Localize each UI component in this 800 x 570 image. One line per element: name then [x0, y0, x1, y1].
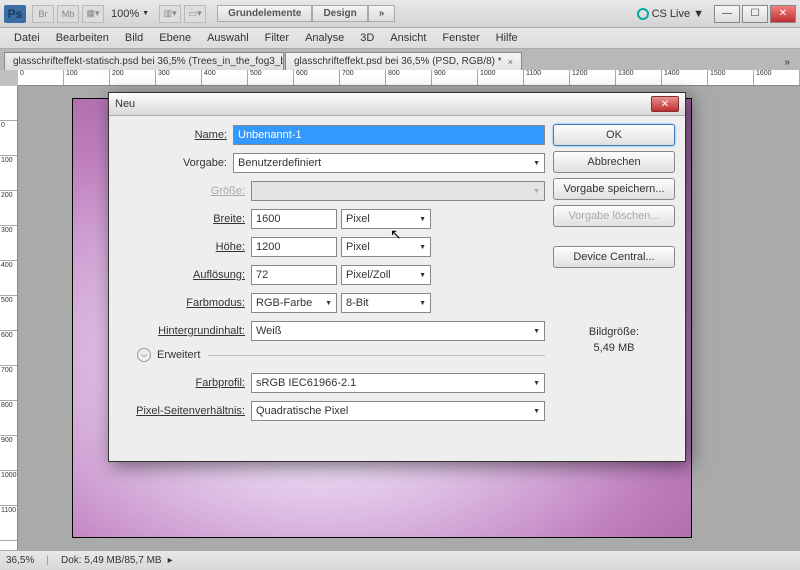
colormode-label: Farbmodus: — [119, 297, 251, 309]
cslive-icon — [637, 8, 649, 20]
colorprofile-label: Farbprofil: — [119, 377, 251, 389]
height-unit-dropdown[interactable]: Pixel▼ — [341, 237, 431, 257]
document-tab[interactable]: glasschrifteffekt-statisch.psd bei 36,5%… — [4, 52, 284, 70]
resolution-unit-dropdown[interactable]: Pixel/Zoll▼ — [341, 265, 431, 285]
titlebar: Ps Br Mb ▦▾ 100%▼ ▥▾ ▭▾ Grundelemente De… — [0, 0, 800, 28]
menu-bild[interactable]: Bild — [117, 30, 151, 46]
resolution-input[interactable]: 72 — [251, 265, 337, 285]
ok-button[interactable]: OK — [553, 124, 675, 146]
new-document-dialog: Neu ✕ Name: Unbenannt-1 Vorgabe: Benutze… — [108, 92, 686, 462]
resolution-label: Auflösung: — [119, 269, 251, 281]
background-label: Hintergrundinhalt: — [119, 325, 251, 337]
size-label: Größe: — [119, 185, 251, 197]
cslive-button[interactable]: CS Live▼ — [637, 8, 704, 20]
size-dropdown: ▼ — [251, 181, 545, 201]
menubar: Datei Bearbeiten Bild Ebene Auswahl Filt… — [0, 28, 800, 49]
menu-filter[interactable]: Filter — [257, 30, 297, 46]
menu-hilfe[interactable]: Hilfe — [488, 30, 526, 46]
menu-datei[interactable]: Datei — [6, 30, 48, 46]
pixelaspect-dropdown[interactable]: Quadratische Pixel▼ — [251, 401, 545, 421]
zoom-dropdown[interactable]: 100%▼ — [107, 7, 153, 21]
minibridge-icon[interactable]: Mb — [57, 5, 79, 23]
menu-analyse[interactable]: Analyse — [297, 30, 352, 46]
screenmode-icon[interactable]: ▭▾ — [184, 5, 206, 23]
status-caret-icon[interactable]: ▸ — [168, 555, 173, 566]
width-unit-dropdown[interactable]: Pixel▼ — [341, 209, 431, 229]
filesize-value: 5,49 MB — [553, 342, 675, 354]
menu-ebene[interactable]: Ebene — [151, 30, 199, 46]
close-button[interactable]: ✕ — [770, 5, 796, 23]
chevron-icon: ⌵ — [137, 348, 151, 362]
bridge-icon[interactable]: Br — [32, 5, 54, 23]
colorprofile-dropdown[interactable]: sRGB IEC61966-2.1▼ — [251, 373, 545, 393]
preset-label: Vorgabe: — [119, 157, 233, 169]
filesize-label: Bildgröße: — [553, 326, 675, 338]
pixelaspect-label: Pixel-Seitenverhältnis: — [119, 405, 251, 417]
width-label: Breite: — [119, 213, 251, 225]
tab-close-icon[interactable]: × — [508, 57, 513, 67]
width-input[interactable]: 1600 — [251, 209, 337, 229]
document-tab[interactable]: glasschrifteffekt.psd bei 36,5% (PSD, RG… — [285, 52, 522, 70]
ruler-vertical: 010020030040050060070080090010001100 — [0, 86, 18, 550]
workspace-tab-design[interactable]: Design — [312, 5, 367, 22]
status-doc: Dok: 5,49 MB/85,7 MB — [61, 555, 162, 566]
save-preset-button[interactable]: Vorgabe speichern... — [553, 178, 675, 200]
menu-fenster[interactable]: Fenster — [434, 30, 487, 46]
ruler-horizontal: 0100200300400500600700800900100011001200… — [18, 70, 800, 86]
dialog-title: Neu — [115, 98, 135, 110]
menu-bearbeiten[interactable]: Bearbeiten — [48, 30, 117, 46]
background-dropdown[interactable]: Weiß▼ — [251, 321, 545, 341]
menu-3d[interactable]: 3D — [352, 30, 382, 46]
device-central-button[interactable]: Device Central... — [553, 246, 675, 268]
document-tabs: glasschrifteffekt-statisch.psd bei 36,5%… — [0, 49, 800, 70]
statusbar: 36,5% | Dok: 5,49 MB/85,7 MB ▸ — [0, 550, 800, 570]
height-input[interactable]: 1200 — [251, 237, 337, 257]
view-extras-icon[interactable]: ▦▾ — [82, 5, 104, 23]
zoom-value: 100% — [111, 8, 139, 20]
bitdepth-dropdown[interactable]: 8-Bit▼ — [341, 293, 431, 313]
maximize-button[interactable]: ☐ — [742, 5, 768, 23]
minimize-button[interactable]: — — [714, 5, 740, 23]
workspace-more[interactable]: » — [368, 5, 396, 22]
name-input[interactable]: Unbenannt-1 — [233, 125, 545, 145]
cancel-button[interactable]: Abbrechen — [553, 151, 675, 173]
status-zoom[interactable]: 36,5% — [6, 555, 34, 566]
height-label: Höhe: — [119, 241, 251, 253]
menu-ansicht[interactable]: Ansicht — [382, 30, 434, 46]
photoshop-logo: Ps — [4, 5, 26, 23]
colormode-dropdown[interactable]: RGB-Farbe▼ — [251, 293, 337, 313]
name-label: Name: — [119, 129, 233, 141]
tab-overflow[interactable]: » — [778, 55, 796, 70]
workspace-tab-essentials[interactable]: Grundelemente — [217, 5, 312, 22]
menu-auswahl[interactable]: Auswahl — [199, 30, 257, 46]
arrange-icon[interactable]: ▥▾ — [159, 5, 181, 23]
delete-preset-button: Vorgabe löschen... — [553, 205, 675, 227]
preset-dropdown[interactable]: Benutzerdefiniert▼ — [233, 153, 545, 173]
dialog-titlebar[interactable]: Neu ✕ — [109, 93, 685, 116]
dialog-close-button[interactable]: ✕ — [651, 96, 679, 112]
advanced-toggle[interactable]: ⌵ Erweitert — [137, 348, 545, 362]
